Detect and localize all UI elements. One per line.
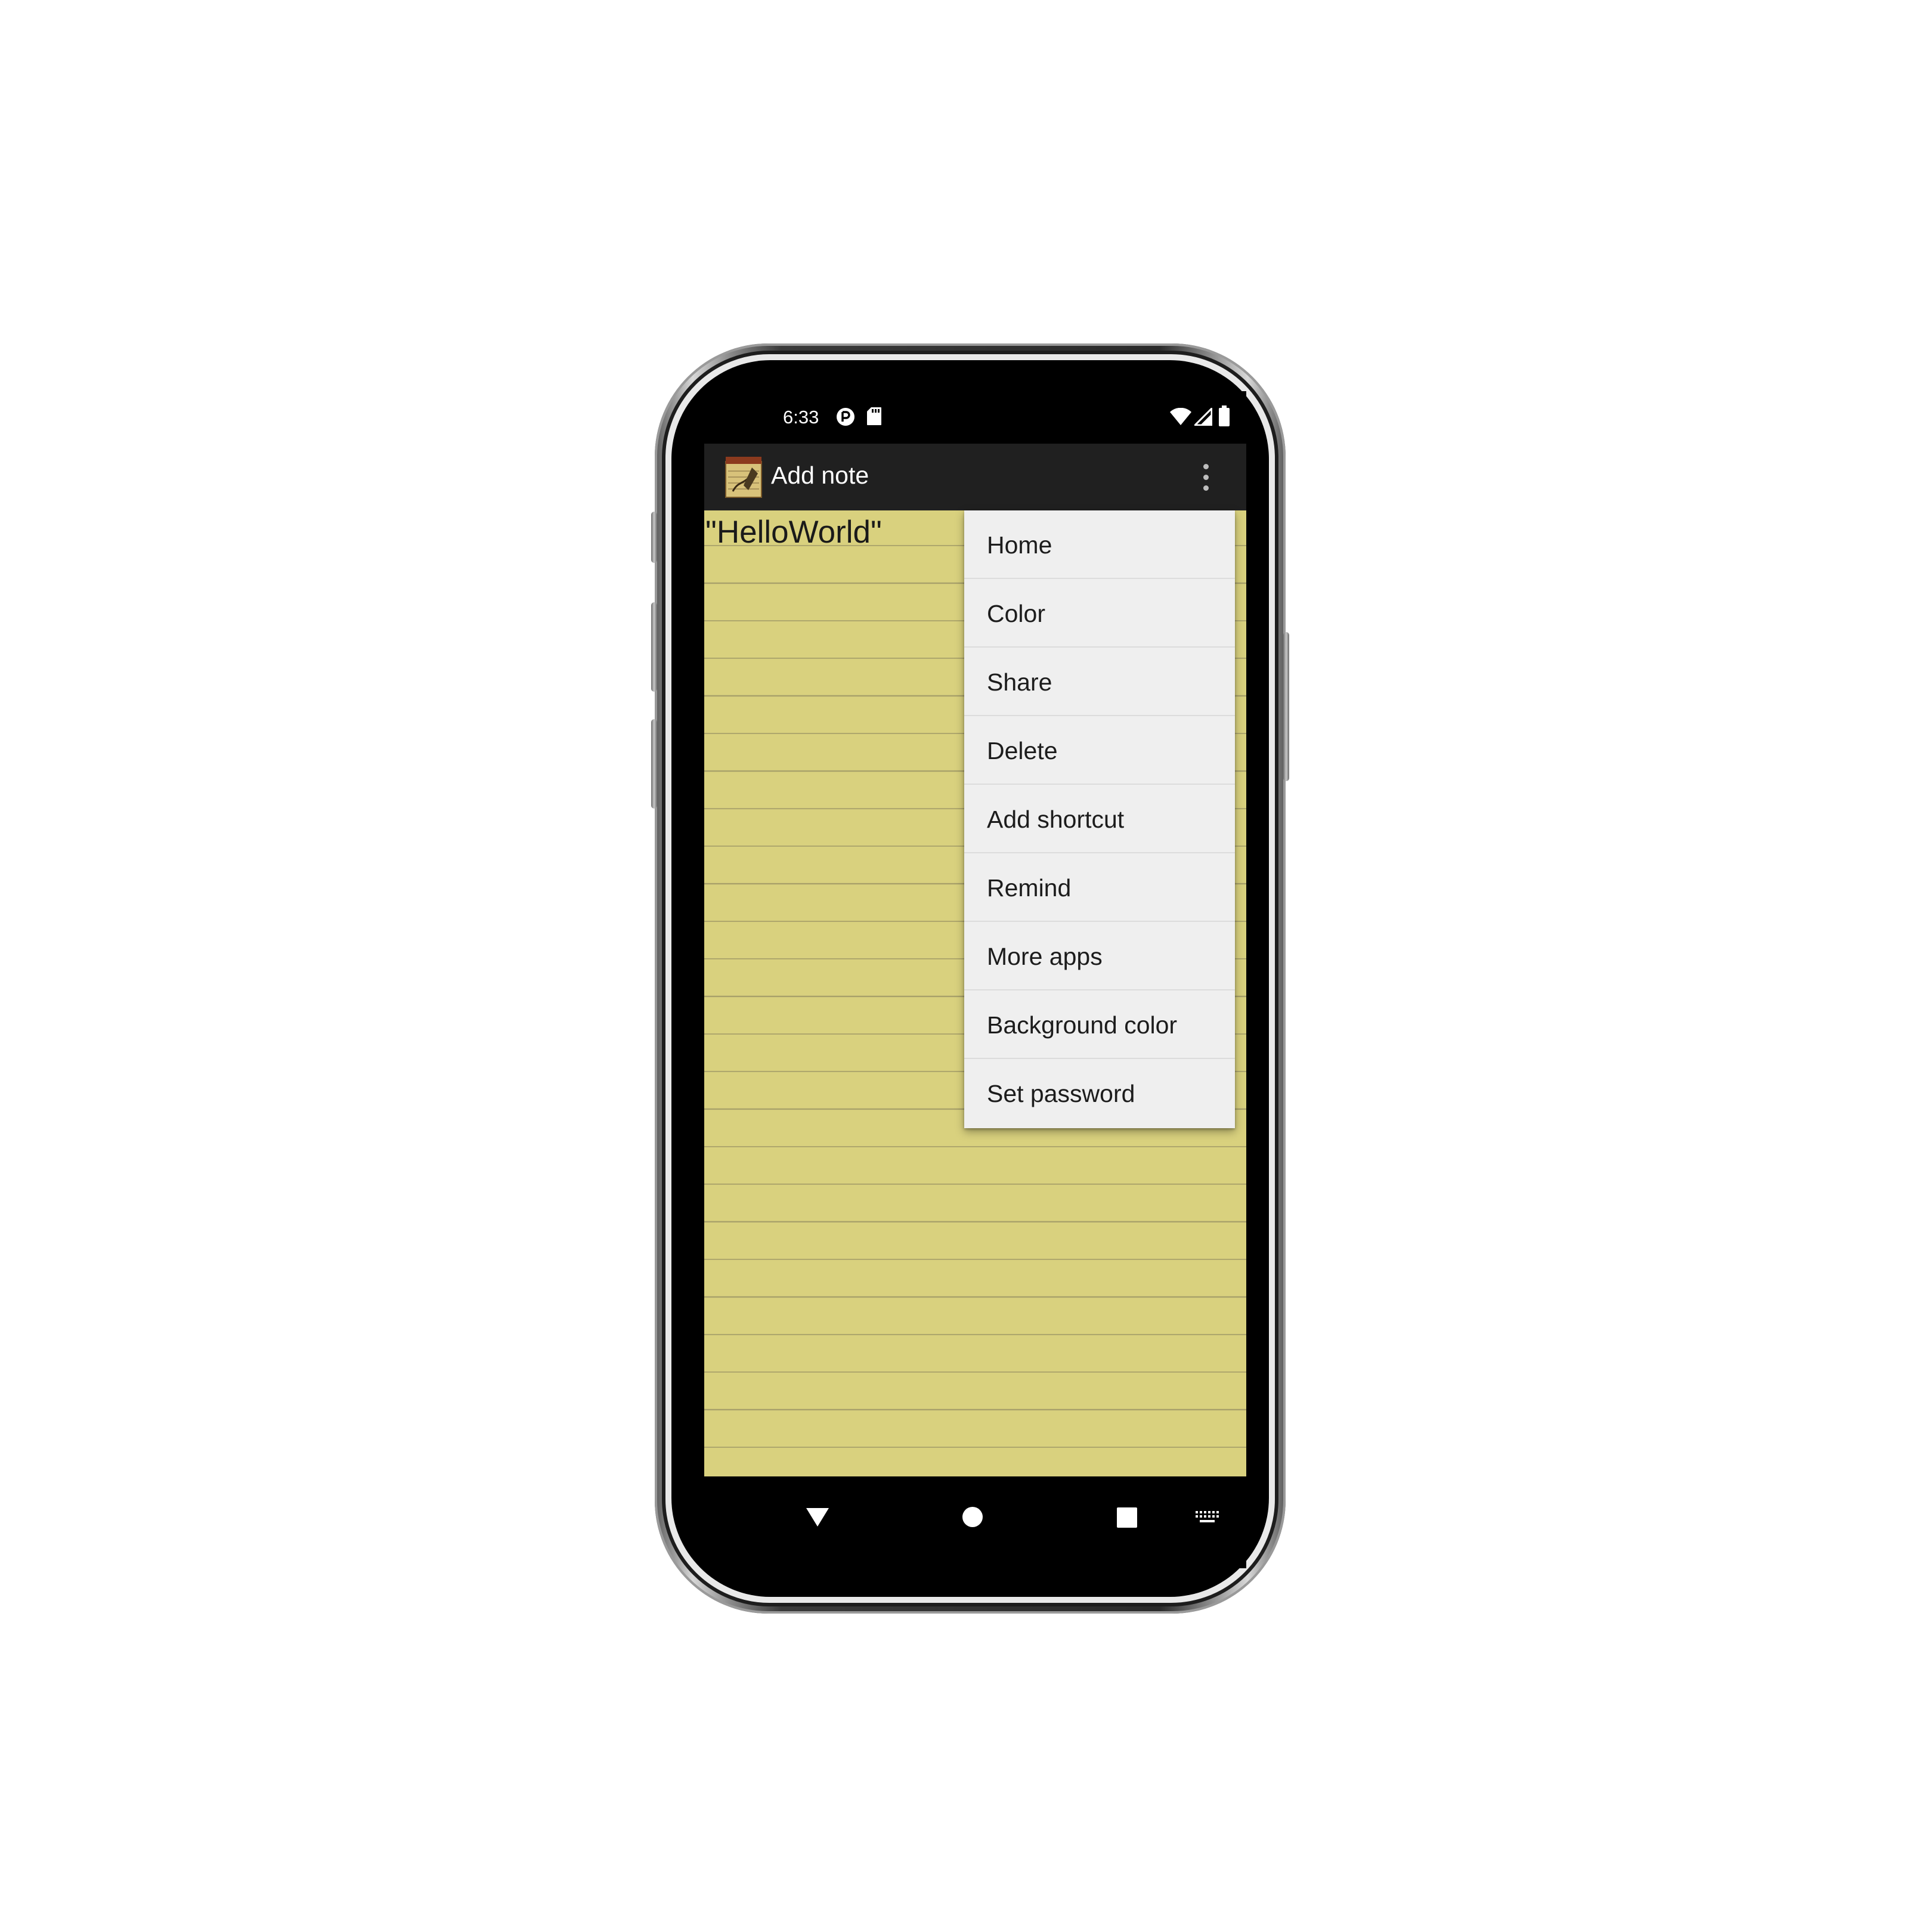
note-text[interactable]: "HelloWorld": [705, 514, 882, 550]
menu-item-set-password[interactable]: Set password: [964, 1059, 1235, 1128]
sd-card-icon: [867, 407, 881, 425]
status-time: 6:33: [783, 407, 819, 428]
menu-item-label: More apps: [987, 943, 1103, 970]
menu-item-label: Share: [987, 668, 1052, 696]
app-bar: Add note: [704, 444, 1246, 510]
menu-item-label: Home: [987, 531, 1052, 559]
battery-icon: [1219, 405, 1230, 426]
notification-circle-icon: [837, 408, 854, 426]
menu-item-label: Color: [987, 600, 1045, 627]
mute-switch: [651, 512, 657, 563]
notepad-icon: [725, 457, 762, 498]
app-title: Add note: [771, 462, 869, 489]
menu-item-label: Delete: [987, 737, 1058, 764]
back-icon[interactable]: [804, 1504, 831, 1530]
overflow-menu: Home Color Share Delete Add shortcut Rem…: [964, 510, 1235, 1128]
menu-item-remind[interactable]: Remind: [964, 853, 1235, 922]
menu-item-home[interactable]: Home: [964, 510, 1235, 579]
more-vert-icon[interactable]: [1192, 459, 1219, 495]
power-button: [1283, 632, 1289, 781]
home-icon[interactable]: [961, 1505, 984, 1529]
menu-item-label: Set password: [987, 1080, 1135, 1107]
volume-down-button: [651, 719, 657, 809]
menu-item-share[interactable]: Share: [964, 648, 1235, 716]
status-bar: 6:33: [704, 391, 1246, 444]
volume-up-button: [651, 602, 657, 692]
menu-item-more-apps[interactable]: More apps: [964, 922, 1235, 990]
recents-icon[interactable]: [1116, 1506, 1138, 1529]
menu-item-delete[interactable]: Delete: [964, 716, 1235, 785]
menu-item-color[interactable]: Color: [964, 579, 1235, 648]
device-screen: 6:33 Add note "HelloWorld" Home Color Sh…: [704, 391, 1246, 1568]
cell-signal-icon: [1194, 408, 1212, 426]
menu-item-add-shortcut[interactable]: Add shortcut: [964, 785, 1235, 853]
menu-item-label: Add shortcut: [987, 806, 1125, 833]
menu-item-label: Background color: [987, 1011, 1178, 1039]
menu-item-label: Remind: [987, 874, 1072, 902]
menu-item-background-color[interactable]: Background color: [964, 990, 1235, 1059]
navigation-bar: [704, 1476, 1246, 1568]
keyboard-icon[interactable]: [1194, 1510, 1219, 1525]
wifi-icon: [1170, 408, 1191, 425]
